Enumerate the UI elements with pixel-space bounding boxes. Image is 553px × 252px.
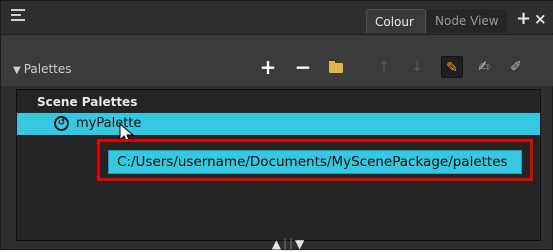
palette-window: Colour Node View + × ▼ Palettes + − ↑ ↓ ✎… bbox=[0, 0, 553, 251]
move-down-icon[interactable]: ↓ bbox=[406, 56, 428, 78]
panel-splitter[interactable]: ▲||▼ bbox=[251, 237, 327, 251]
add-palette-button[interactable]: + bbox=[257, 56, 279, 78]
close-tab-icon[interactable]: × bbox=[534, 10, 547, 28]
move-up-icon[interactable]: ↑ bbox=[373, 56, 395, 78]
collapse-arrow-icon: ▼ bbox=[13, 65, 21, 76]
palette-toolbar: ▼ Palettes + − ↑ ↓ ✎ ✍ ✐ bbox=[1, 34, 553, 86]
palette-edit-icon[interactable]: ✎ bbox=[441, 56, 463, 78]
palettes-toggle[interactable]: ▼ Palettes bbox=[13, 62, 72, 76]
palettes-label: Palettes bbox=[23, 62, 72, 76]
path-tooltip: C:/Users/username/Documents/MyScenePacka… bbox=[108, 150, 522, 174]
brush-lock-icon[interactable]: ✐ bbox=[505, 56, 527, 78]
add-tab-icon[interactable]: + bbox=[516, 10, 531, 28]
palette-link-icon: ↺ bbox=[54, 116, 69, 131]
tab-node-view[interactable]: Node View bbox=[427, 9, 507, 33]
splitter-divider: || bbox=[282, 237, 296, 251]
expand-up-icon[interactable]: ▲ bbox=[272, 237, 283, 251]
folder-icon[interactable] bbox=[325, 56, 347, 78]
brush-icon[interactable]: ✍ bbox=[473, 56, 495, 78]
scene-palettes-header: Scene Palettes bbox=[37, 95, 138, 109]
remove-palette-button[interactable]: − bbox=[292, 56, 314, 78]
list-item[interactable]: ↺ myPalette bbox=[17, 113, 540, 135]
tab-colour[interactable]: Colour bbox=[366, 9, 426, 33]
collapse-down-icon[interactable]: ▼ bbox=[295, 237, 306, 251]
tab-bar: Colour Node View + × bbox=[1, 1, 553, 33]
hamburger-menu-icon[interactable] bbox=[11, 8, 25, 24]
